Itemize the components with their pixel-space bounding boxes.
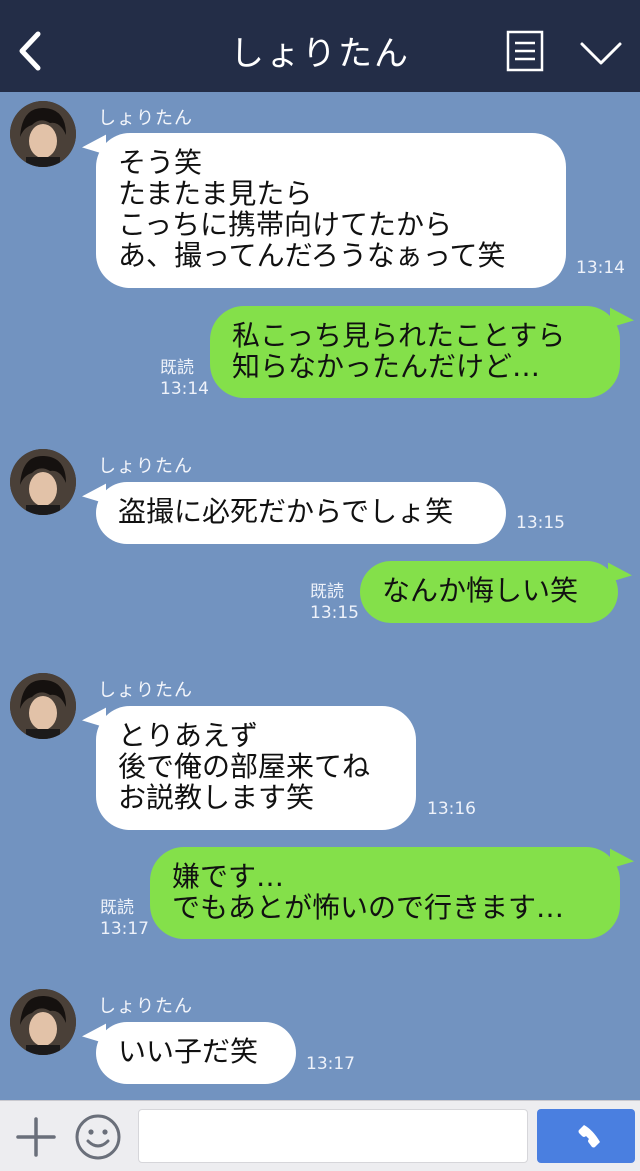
message-time: 13:17	[100, 919, 149, 939]
message-input[interactable]	[138, 1109, 528, 1163]
read-receipt: 既読 13:14	[160, 358, 209, 400]
avatar-photo-icon	[10, 673, 76, 739]
avatar-photo-icon	[10, 449, 76, 515]
incoming-message-bubble[interactable]: いい子だ笑	[96, 1022, 296, 1084]
emoji-button[interactable]	[74, 1113, 122, 1161]
incoming-message-bubble[interactable]: 盗撮に必死だからでしょ笑	[96, 482, 506, 544]
outgoing-message-bubble[interactable]: 私こっち見られたことすら 知らなかったんだけど…	[210, 306, 620, 398]
message-time: 13:14	[160, 379, 209, 399]
avatar-photo-icon	[10, 101, 76, 167]
message-time: 13:15	[516, 513, 565, 533]
smile-icon	[75, 1114, 121, 1160]
outgoing-message-bubble[interactable]: なんか悔しい笑	[360, 561, 618, 623]
incoming-message-bubble[interactable]: とりあえず 後で俺の部屋来てね お説教します笑	[96, 706, 416, 830]
message-list[interactable]: しょりたん そう笑 たまたま見たら こっちに携帯向けてたから あ、撮ってんだろう…	[0, 92, 640, 1100]
avatar[interactable]	[10, 101, 76, 167]
chat-header: しょりたん	[0, 0, 640, 92]
message-time: 13:15	[310, 603, 359, 623]
read-receipt: 既読 13:15	[310, 582, 359, 624]
chevron-down-icon	[580, 42, 622, 65]
incoming-message-bubble[interactable]: そう笑 たまたま見たら こっちに携帯向けてたから あ、撮ってんだろうなぁって笑	[96, 133, 566, 288]
message-time: 13:17	[306, 1054, 355, 1074]
read-label: 既読	[100, 898, 134, 918]
read-label: 既読	[310, 582, 344, 602]
sender-name: しょりたん	[98, 680, 193, 701]
read-label: 既読	[160, 358, 194, 378]
message-time: 13:16	[427, 799, 476, 819]
read-receipt: 既読 13:17	[100, 898, 149, 940]
avatar[interactable]	[10, 989, 76, 1055]
menu-list-icon	[506, 30, 544, 72]
message-time: 13:14	[576, 258, 625, 278]
input-toolbar	[0, 1100, 640, 1171]
call-button[interactable]	[537, 1109, 635, 1163]
chat-title: しょりたん	[230, 34, 410, 74]
outgoing-message-bubble[interactable]: 嫌です… でもあとが怖いので行きます…	[150, 847, 620, 939]
sender-name: しょりたん	[98, 456, 193, 477]
avatar[interactable]	[10, 449, 76, 515]
sender-name: しょりたん	[98, 996, 193, 1017]
avatar-photo-icon	[10, 989, 76, 1055]
add-button[interactable]	[14, 1115, 58, 1159]
sender-name: しょりたん	[98, 108, 193, 129]
expand-button[interactable]	[578, 36, 624, 70]
phone-icon	[578, 1125, 600, 1148]
menu-button[interactable]	[506, 30, 544, 72]
avatar[interactable]	[10, 673, 76, 739]
plus-icon	[16, 1117, 56, 1157]
